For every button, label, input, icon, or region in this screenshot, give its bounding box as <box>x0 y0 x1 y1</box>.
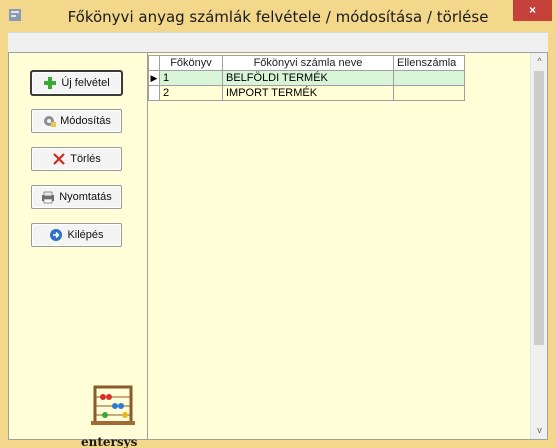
accounts-table: Főkönyv Főkönyvi számla neve Ellenszámla… <box>148 55 465 101</box>
red-x-icon <box>52 152 66 166</box>
column-header-nev[interactable]: Főkönyvi számla neve <box>222 55 394 71</box>
cell-ellenszamla[interactable] <box>393 85 465 101</box>
exit-button[interactable]: Kilépés <box>31 223 122 247</box>
app-icon <box>9 9 21 21</box>
scroll-thumb[interactable] <box>534 71 544 345</box>
gear-icon <box>42 114 57 128</box>
cell-nev[interactable]: BELFÖLDI TERMÉK <box>222 70 394 86</box>
button-panel: Új felvétel Módosítás Törlés Nyomtatás K… <box>8 52 148 448</box>
scroll-down-icon[interactable]: v <box>531 422 548 439</box>
modify-button[interactable]: Módosítás <box>31 109 122 133</box>
modify-label: Módosítás <box>60 115 111 127</box>
cell-fokonyv[interactable]: 1 <box>159 70 223 86</box>
green-plus-icon <box>43 76 57 90</box>
printer-icon <box>41 190 55 204</box>
title-bar: Főkönyvi anyag számlák felvétele / módos… <box>0 0 556 32</box>
window-title: Főkönyvi anyag számlák felvétele / módos… <box>67 8 489 26</box>
row-indicator <box>148 85 160 101</box>
vertical-scrollbar[interactable]: ^ v <box>530 53 547 439</box>
close-button[interactable]: × <box>513 0 552 21</box>
cell-fokonyv[interactable]: 2 <box>159 85 223 101</box>
indicator-header <box>148 55 160 71</box>
scroll-up-icon[interactable]: ^ <box>531 53 548 70</box>
table-row[interactable]: ▶ 1 BELFÖLDI TERMÉK <box>148 70 465 86</box>
logo-text: entersys <box>81 435 138 448</box>
table-row[interactable]: 2 IMPORT TERMÉK <box>148 85 465 101</box>
cell-nev[interactable]: IMPORT TERMÉK <box>222 85 394 101</box>
new-record-label: Új felvétel <box>61 77 110 89</box>
window-frame: Új felvétel Módosítás Törlés Nyomtatás K… <box>0 32 556 448</box>
exit-arrow-icon <box>49 228 63 242</box>
column-header-ellenszamla[interactable]: Ellenszámla <box>393 55 465 71</box>
delete-label: Törlés <box>70 153 101 165</box>
abacus-logo <box>89 383 145 443</box>
client-area: Új felvétel Módosítás Törlés Nyomtatás K… <box>8 32 548 448</box>
current-row-indicator-icon: ▶ <box>148 70 160 86</box>
cell-ellenszamla[interactable] <box>393 70 465 86</box>
column-header-fokonyv[interactable]: Főkönyv <box>159 55 223 71</box>
exit-label: Kilépés <box>67 229 104 241</box>
header-row: Főkönyv Főkönyvi számla neve Ellenszámla <box>148 55 465 71</box>
print-label: Nyomtatás <box>59 191 112 203</box>
delete-button[interactable]: Törlés <box>31 147 122 171</box>
new-record-button[interactable]: Új felvétel <box>31 71 122 95</box>
accounts-grid[interactable]: Főkönyv Főkönyvi számla neve Ellenszámla… <box>148 52 548 440</box>
print-button[interactable]: Nyomtatás <box>31 185 122 209</box>
